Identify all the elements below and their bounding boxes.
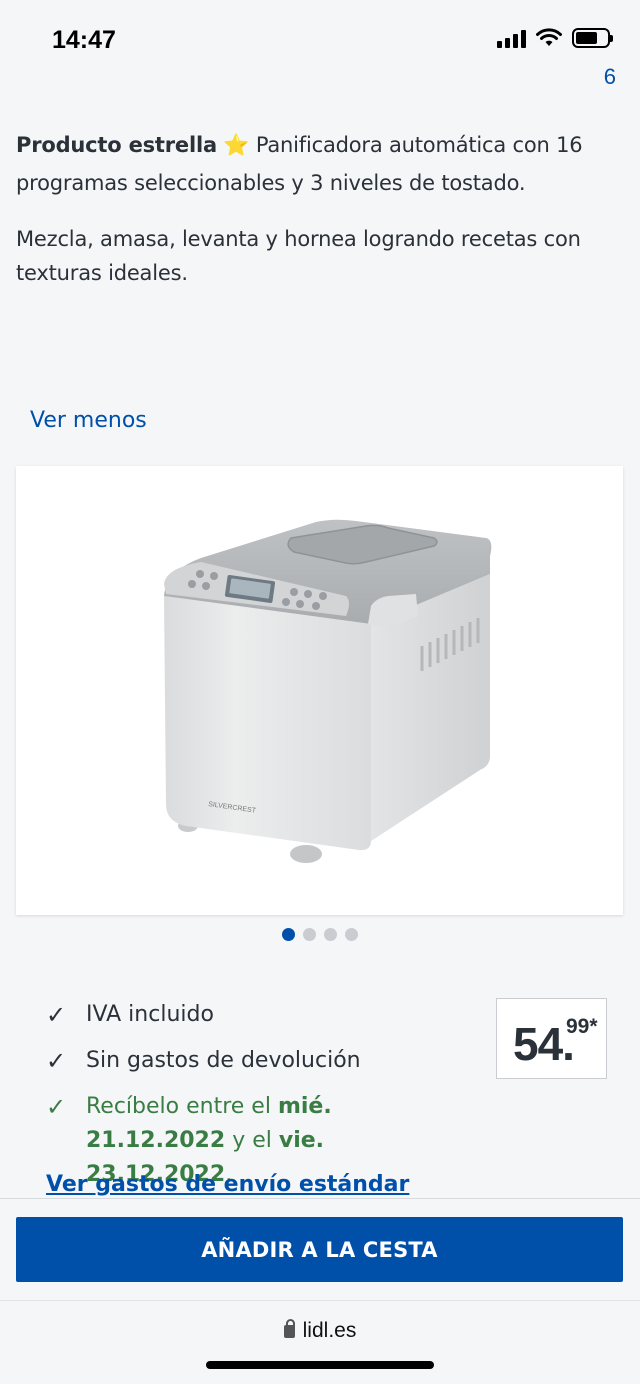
featured-label: Producto estrella — [16, 133, 217, 157]
partial-text: 6 — [603, 64, 616, 89]
browser-url-bar[interactable]: lidl.es — [0, 1300, 640, 1384]
url-display[interactable]: lidl.es — [0, 1319, 640, 1343]
show-less-link[interactable]: Ver menos — [30, 408, 147, 433]
battery-icon — [572, 28, 613, 48]
wifi-icon — [536, 28, 562, 46]
checkmark-icon: ✓ — [46, 1047, 67, 1075]
description-paragraph-1: Producto estrella ⭐ Panificadora automát… — [16, 126, 626, 202]
checkmark-icon: ✓ — [46, 1093, 67, 1121]
carousel-dot[interactable] — [345, 928, 358, 941]
delivery-prefix: Recíbelo entre el — [86, 1094, 271, 1119]
lock-icon — [283, 1319, 295, 1338]
carousel-dot[interactable] — [303, 928, 316, 941]
image-carousel-dots — [0, 928, 640, 941]
feature-item: ✓ Sin gastos de devolución — [46, 1044, 476, 1078]
status-time: 14:47 — [52, 26, 116, 54]
product-image[interactable]: SILVERCREST — [16, 466, 623, 915]
feature-text: Sin gastos de devolución — [86, 1048, 361, 1073]
status-icons — [497, 28, 613, 48]
description-paragraph-2: Mezcla, amasa, levanta y hornea logrando… — [16, 227, 581, 285]
star-icon: ⭐ — [223, 133, 250, 157]
feature-text: IVA incluido — [86, 1002, 214, 1027]
price-decimal: 99* — [566, 1015, 598, 1038]
carousel-dot[interactable] — [282, 928, 295, 941]
home-indicator[interactable] — [206, 1361, 434, 1369]
checkmark-icon: ✓ — [46, 1001, 67, 1029]
price-integer: 54. — [513, 1018, 575, 1070]
carousel-dot[interactable] — [324, 928, 337, 941]
price-box: 54. 99* — [496, 998, 607, 1079]
bread-maker-image: SILVERCREST — [164, 519, 492, 863]
product-description: Producto estrella ⭐ Panificadora automát… — [16, 126, 626, 290]
delivery-middle: y el — [232, 1128, 272, 1153]
add-to-cart-button[interactable]: AÑADIR A LA CESTA — [16, 1217, 623, 1282]
shipping-costs-link[interactable]: Ver gastos de envío estándar — [46, 1172, 409, 1197]
feature-item: ✓ IVA incluido — [46, 998, 476, 1032]
status-bar: 14:47 — [0, 0, 640, 80]
cellular-signal-icon — [497, 28, 526, 48]
url-text: lidl.es — [302, 1319, 357, 1342]
